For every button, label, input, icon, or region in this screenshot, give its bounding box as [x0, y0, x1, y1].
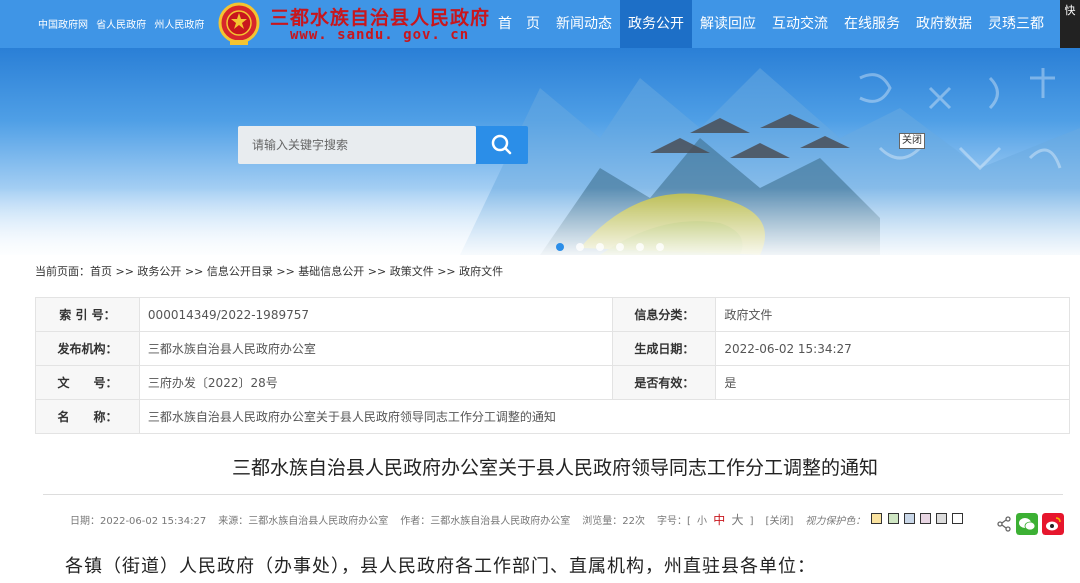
nav-gov-data[interactable]: 政府数据: [908, 0, 980, 48]
share-bar: [996, 513, 1064, 535]
vision-protect-label: 视力保护色：: [805, 516, 866, 527]
swatch-blue[interactable]: [903, 512, 915, 524]
nav-home[interactable]: 首 页: [490, 0, 548, 48]
quick-access-label: 快: [1064, 4, 1076, 17]
swatch-gray[interactable]: [936, 512, 948, 524]
search-button[interactable]: [476, 126, 528, 164]
top-links: 中国政府网 省人民政府 州人民政府: [38, 16, 209, 31]
index-label: 索 引 号：: [35, 297, 140, 332]
name-label: 名 称：: [35, 399, 140, 434]
title-divider: [43, 494, 1063, 495]
nav-gov-affairs[interactable]: 政务公开: [620, 0, 692, 48]
valid-label: 是否有效：: [612, 365, 717, 400]
publisher-label: 发布机构：: [35, 331, 140, 366]
nav-news[interactable]: 新闻动态: [548, 0, 620, 48]
meta-date: 日期：2022-06-02 15:34:27: [70, 516, 207, 527]
category-label: 信息分类：: [612, 297, 717, 332]
table-row: 索 引 号： 000014349/2022-1989757 信息分类： 政府文件: [35, 297, 1070, 332]
link-province-gov[interactable]: 省人民政府: [96, 20, 146, 31]
swatch-green[interactable]: [887, 512, 899, 524]
font-size-label: 字号：[: [656, 516, 691, 527]
banner-close-button[interactable]: 关闭: [899, 133, 925, 149]
swatch-pink[interactable]: [919, 512, 931, 524]
swatch-yellow[interactable]: [871, 512, 883, 524]
font-size-large[interactable]: 大: [731, 513, 743, 527]
carousel-dot-4[interactable]: [616, 243, 624, 251]
font-size-control: 字号：[ 小 中 大 ]: [657, 511, 754, 528]
weibo-icon[interactable]: [1042, 513, 1064, 535]
banner-fog: [0, 188, 1080, 255]
carousel-dot-2[interactable]: [576, 243, 584, 251]
meta-views: 浏览量：22次: [582, 516, 645, 527]
carousel-dots: [556, 243, 664, 251]
nav-online-service[interactable]: 在线服务: [836, 0, 908, 48]
carousel-dot-1[interactable]: [556, 243, 564, 251]
name-value: 三都水族自治县人民政府办公室关于县人民政府领导同志工作分工调整的通知: [138, 399, 1071, 434]
share-icon[interactable]: [996, 516, 1012, 532]
article-meta: 日期：2022-06-02 15:34:27 来源：三都水族自治县人民政府办公室…: [70, 511, 965, 528]
category-value: 政府文件: [715, 297, 1070, 332]
carousel-dot-6[interactable]: [656, 243, 664, 251]
article-title: 三都水族自治县人民政府办公室关于县人民政府领导同志工作分工调整的通知: [231, 457, 878, 479]
link-central-gov[interactable]: 中国政府网: [38, 20, 88, 31]
search-input[interactable]: 请输入关键字搜索: [238, 126, 476, 164]
date-label: 生成日期：: [612, 331, 717, 366]
swatch-white[interactable]: [952, 512, 964, 524]
article-body-first-line: 各镇（街道）人民政府（办事处），县人民政府各工作部门、直属机构，州直驻县各单位：: [65, 556, 816, 577]
valid-value: 是: [715, 365, 1070, 400]
font-size-small[interactable]: 小: [697, 516, 707, 527]
banner-carousel: 请输入关键字搜索 关闭: [0, 48, 1080, 255]
nav-interaction[interactable]: 互动交流: [764, 0, 836, 48]
breadcrumb[interactable]: 当前页面：首页 >> 政务公开 >> 信息公开目录 >> 基础信息公开 >> 政…: [35, 263, 503, 279]
table-row: 发布机构： 三都水族自治县人民政府办公室 生成日期： 2022-06-02 15…: [35, 331, 1070, 366]
vision-swatches: [871, 512, 965, 527]
search-icon: [491, 134, 512, 155]
docno-label: 文 号：: [35, 365, 140, 400]
main-nav: 首 页 新闻动态 政务公开 解读回应 互动交流 在线服务 政府数据 灵琇三都: [490, 0, 1052, 48]
index-value: 000014349/2022-1989757: [138, 297, 614, 332]
carousel-dot-5[interactable]: [636, 243, 644, 251]
site-title[interactable]: 三都水族自治县人民政府: [270, 3, 490, 30]
font-size-medium[interactable]: 中: [713, 513, 725, 527]
site-url: www. sandu. gov. cn: [290, 27, 470, 43]
link-prefecture-gov[interactable]: 州人民政府: [154, 20, 204, 31]
docno-value: 三府办发〔2022〕28号: [138, 365, 614, 400]
search-placeholder: 请输入关键字搜索: [252, 138, 349, 152]
table-row: 文 号： 三府办发〔2022〕28号 是否有效： 是: [35, 365, 1070, 400]
quick-access-tab[interactable]: 快: [1060, 0, 1080, 48]
font-size-end: ]: [749, 516, 754, 527]
table-row: 名 称： 三都水族自治县人民政府办公室关于县人民政府领导同志工作分工调整的通知: [35, 399, 1071, 434]
nav-sandu[interactable]: 灵琇三都: [980, 0, 1052, 48]
carousel-dot-3[interactable]: [596, 243, 604, 251]
meta-author: 作者：三都水族自治县人民政府办公室: [400, 516, 571, 527]
date-value: 2022-06-02 15:34:27: [715, 331, 1070, 366]
wechat-icon[interactable]: [1016, 513, 1038, 535]
close-link[interactable]: [关闭]: [766, 512, 794, 527]
publisher-value: 三都水族自治县人民政府办公室: [138, 331, 614, 366]
document-info-table: 索 引 号： 000014349/2022-1989757 信息分类： 政府文件…: [35, 297, 1071, 434]
national-emblem-icon: [218, 2, 260, 45]
nav-interpretation[interactable]: 解读回应: [692, 0, 764, 48]
meta-source: 来源：三都水族自治县人民政府办公室: [218, 516, 389, 527]
